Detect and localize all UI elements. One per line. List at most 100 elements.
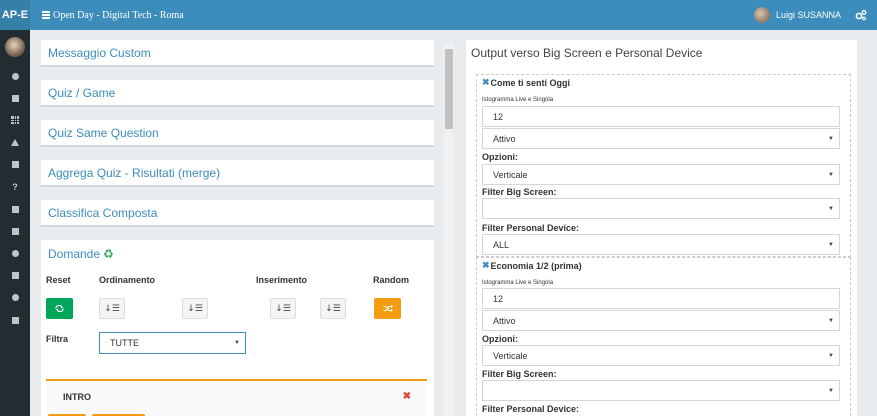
sidebar-item-edit[interactable] [0,87,30,109]
sidebar-item-dashboard[interactable] [0,65,30,87]
col-random-label: Random [373,275,409,285]
sidebar-item-grid[interactable] [0,109,30,131]
intro-label: INTRO [63,392,91,402]
app-logo[interactable]: AP-E [0,0,30,30]
sort-asc-button[interactable]: ↓☰ [99,298,125,319]
sidebar-item-book[interactable] [0,154,30,176]
hamburger-icon[interactable] [42,10,50,21]
close-icon[interactable]: ✖ [482,77,490,88]
insert-asc-icon: ↓☰ [275,303,291,314]
opzioni-label: Opzioni: [482,152,518,162]
reset-button[interactable] [46,298,73,319]
opzioni-value: Verticale [493,169,528,180]
output-panel: Output verso Big Screen e Personal Devic… [466,40,857,416]
insert-desc-icon: ↓☰ [325,303,341,314]
widget-title: ✖ Economia 1/2 (prima) [482,260,582,271]
chevron-down-icon: ▼ [234,340,240,346]
widget-status-select[interactable]: Attivo ▼ [482,310,840,331]
widget-title-text: Come ti senti Oggi [490,77,571,88]
filter-big-screen-label: Filter Big Screen: [482,369,557,379]
insert-asc-button[interactable]: ↓☰ [270,298,296,319]
col-reset-label: Reset [46,275,71,285]
sidebar: ? [0,30,30,416]
shuffle-icon [383,305,393,312]
widget-value: 12 [493,293,504,304]
widget-value: 12 [493,111,504,122]
filter-personal-device-select[interactable]: ALL ▼ [482,234,840,255]
domande-title: Domande [48,247,101,261]
domande-header[interactable]: Domande ♻ [41,240,434,268]
scrollbar-track[interactable] [444,43,454,416]
scrollbar-thumb[interactable] [445,49,453,129]
sidebar-item-question[interactable]: ? [0,176,30,198]
top-navbar: AP-E Open Day - Digital Tech - Roma Luig… [0,0,877,30]
intro-item: INTRO ✖ [46,379,427,416]
filter-big-screen-select[interactable]: ▼ [482,380,840,401]
refresh-icon [55,305,64,312]
sidebar-item-clone[interactable] [0,198,30,220]
chevron-down-icon: ▼ [828,205,834,212]
chevron-down-icon: ▼ [828,317,834,324]
user-menu[interactable]: Luigi SUSANNA [753,0,841,30]
chevron-down-icon: ▼ [828,352,834,359]
filtra-select-value: TUTTE [110,338,139,348]
users-icon [11,250,19,258]
file-icon [11,316,19,324]
chevron-down-icon: ▼ [828,241,834,248]
remove-icon[interactable]: ✖ [403,391,411,402]
sidebar-item-file[interactable] [0,309,30,331]
widget-value-input[interactable]: 12 [482,288,840,309]
panel-quiz-same-question[interactable]: Quiz Same Question [41,120,434,147]
panel-messaggio-custom[interactable]: Messaggio Custom [41,40,434,67]
widget-economia: ✖ Economia 1/2 (prima) Istogramma Live e… [476,257,851,416]
sidebar-toggle[interactable]: Open Day - Digital Tech - Roma [42,10,184,21]
edit-icon [11,94,19,102]
col-ordinamento-label: Ordinamento [99,275,156,285]
sidebar-item-share[interactable] [0,287,30,309]
widget-subtitle: Istogramma Live e Singola [482,97,554,103]
clone-icon [11,205,19,213]
panel-quiz-game[interactable]: Quiz / Game [41,80,434,107]
widget-status-value: Attivo [493,133,516,144]
sort-desc-icon: ↓☰ [187,303,203,314]
col-inserimento-label: Inserimento [256,275,308,285]
sidebar-item-square[interactable] [0,220,30,242]
opzioni-select[interactable]: Verticale ▼ [482,345,840,366]
widget-value-input[interactable]: 12 [482,106,840,127]
close-icon[interactable]: ✖ [482,260,490,271]
insert-desc-button[interactable]: ↓☰ [320,298,346,319]
filter-personal-device-label: Filter Personal Device: [482,223,580,233]
sidebar-item-tv[interactable] [0,265,30,287]
opzioni-label: Opzioni: [482,334,518,344]
warning-icon [11,139,19,147]
random-button[interactable] [374,298,401,319]
chevron-down-icon: ▼ [828,171,834,178]
dashboard-icon [11,72,19,80]
page-title: Open Day - Digital Tech - Roma [53,9,184,21]
user-name: Luigi SUSANNA [775,10,841,20]
chevron-down-icon: ▼ [828,387,834,394]
settings-cogs-icon[interactable] [855,9,867,21]
panel-classifica-composta[interactable]: Classifica Composta [41,200,434,227]
panel-aggrega-quiz[interactable]: Aggrega Quiz - Risultati (merge) [41,160,434,187]
grid-icon [11,116,19,125]
tv-icon [11,272,19,280]
filter-big-screen-select[interactable]: ▼ [482,198,840,219]
sidebar-item-users[interactable] [0,243,30,265]
sort-desc-button[interactable]: ↓☰ [182,298,208,319]
widget-status-value: Attivo [493,315,516,326]
widget-title-text: Economia 1/2 (prima) [490,260,582,271]
output-title: Output verso Big Screen e Personal Devic… [471,46,703,60]
recycle-icon[interactable]: ♻ [103,247,114,261]
filter-personal-device-value: ALL [493,239,510,250]
widget-title: ✖ Come ti senti Oggi [482,77,570,88]
user-avatar [753,7,770,23]
filtra-select[interactable]: TUTTE ▼ [99,332,246,354]
opzioni-select[interactable]: Verticale ▼ [482,164,840,185]
square-icon [11,227,19,235]
widget-subtitle: Istogramma Live e Singola [482,280,554,286]
widget-status-select[interactable]: Attivo ▼ [482,128,840,149]
sidebar-item-warning[interactable] [0,132,30,154]
left-column: Messaggio Custom Quiz / Game Quiz Same Q… [41,40,434,416]
chevron-down-icon: ▼ [828,135,834,142]
